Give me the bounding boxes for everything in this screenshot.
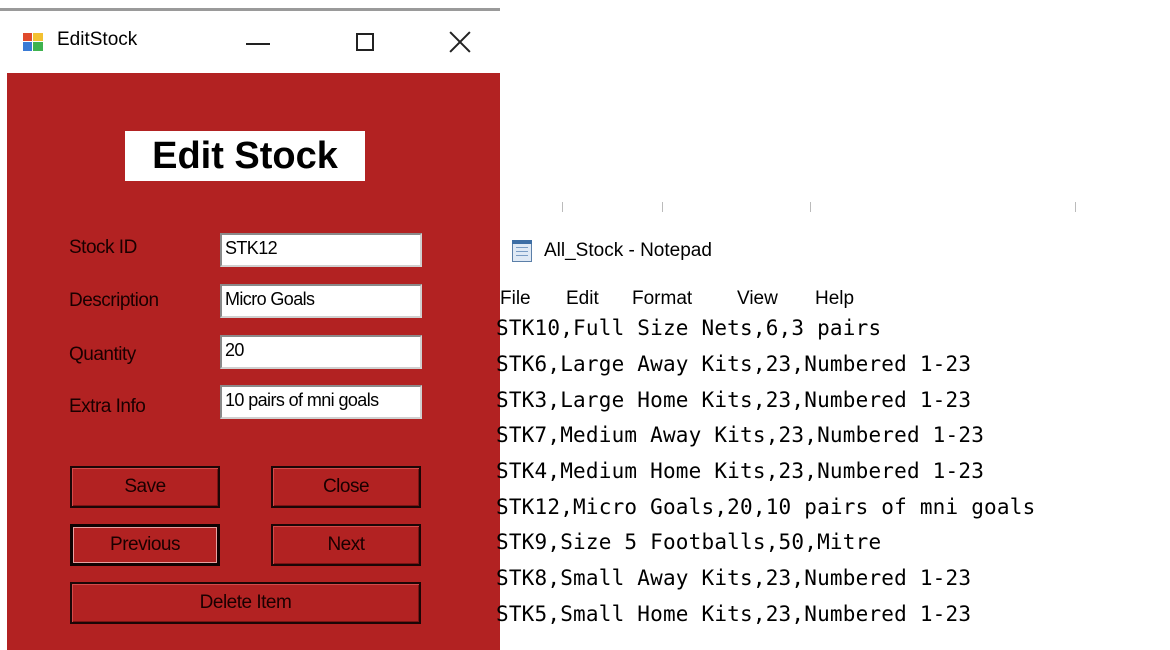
text-line: STK9,Size 5 Footballs,50,Mitre [496,530,882,554]
description-field[interactable]: Micro Goals [220,284,422,318]
form-app-icon [23,33,43,51]
stock-id-label: Stock ID [69,237,137,258]
editstock-form: Edit Stock Stock ID STK12 Description Mi… [7,73,500,650]
menu-file[interactable]: File [500,288,531,310]
notepad-icon [512,240,532,262]
delete-item-button[interactable]: Delete Item [70,582,421,624]
notepad-titlebar[interactable]: All_Stock - Notepad [500,216,1170,282]
window-title: EditStock [57,29,138,50]
stock-id-field[interactable]: STK12 [220,233,422,267]
minimize-button[interactable] [235,21,281,63]
text-line: STK8,Small Away Kits,23,Numbered 1-23 [496,566,972,590]
menu-view[interactable]: View [737,288,778,310]
notepad-menubar: File Edit Format View Help [500,286,1170,314]
editstock-titlebar[interactable]: EditStock [7,11,500,73]
text-line: STK5,Small Home Kits,23,Numbered 1-23 [496,602,972,626]
editstock-window: EditStock Edit Stock Stock ID STK12 Desc… [7,11,500,650]
quantity-label: Quantity [69,344,136,365]
text-line: STK4,Medium Home Kits,23,Numbered 1-23 [496,459,985,483]
close-window-button[interactable] [437,21,483,63]
extra-info-label: Extra Info [69,396,146,417]
text-line: STK7,Medium Away Kits,23,Numbered 1-23 [496,423,985,447]
quantity-field[interactable]: 20 [220,335,422,369]
minimize-icon [246,43,270,45]
maximize-button[interactable] [342,21,388,63]
extra-info-field[interactable]: 10 pairs of mni goals [220,385,422,419]
description-label: Description [69,290,159,311]
previous-button[interactable]: Previous [70,524,220,566]
text-line: STK12,Micro Goals,20,10 pairs of mni goa… [496,495,1036,519]
text-line: STK6,Large Away Kits,23,Numbered 1-23 [496,352,972,376]
menu-format[interactable]: Format [632,288,692,310]
text-line: STK10,Full Size Nets,6,3 pairs [496,316,882,340]
notepad-window: All_Stock - Notepad File Edit Format Vie… [496,212,1170,650]
maximize-icon [356,33,374,51]
text-line: STK3,Large Home Kits,23,Numbered 1-23 [496,388,972,412]
page-title: Edit Stock [125,131,365,181]
save-button[interactable]: Save [70,466,220,508]
close-icon [448,30,472,54]
notepad-title: All_Stock - Notepad [544,240,712,261]
menu-edit[interactable]: Edit [566,288,599,310]
next-button[interactable]: Next [271,524,421,566]
close-button[interactable]: Close [271,466,421,508]
menu-help[interactable]: Help [815,288,854,310]
